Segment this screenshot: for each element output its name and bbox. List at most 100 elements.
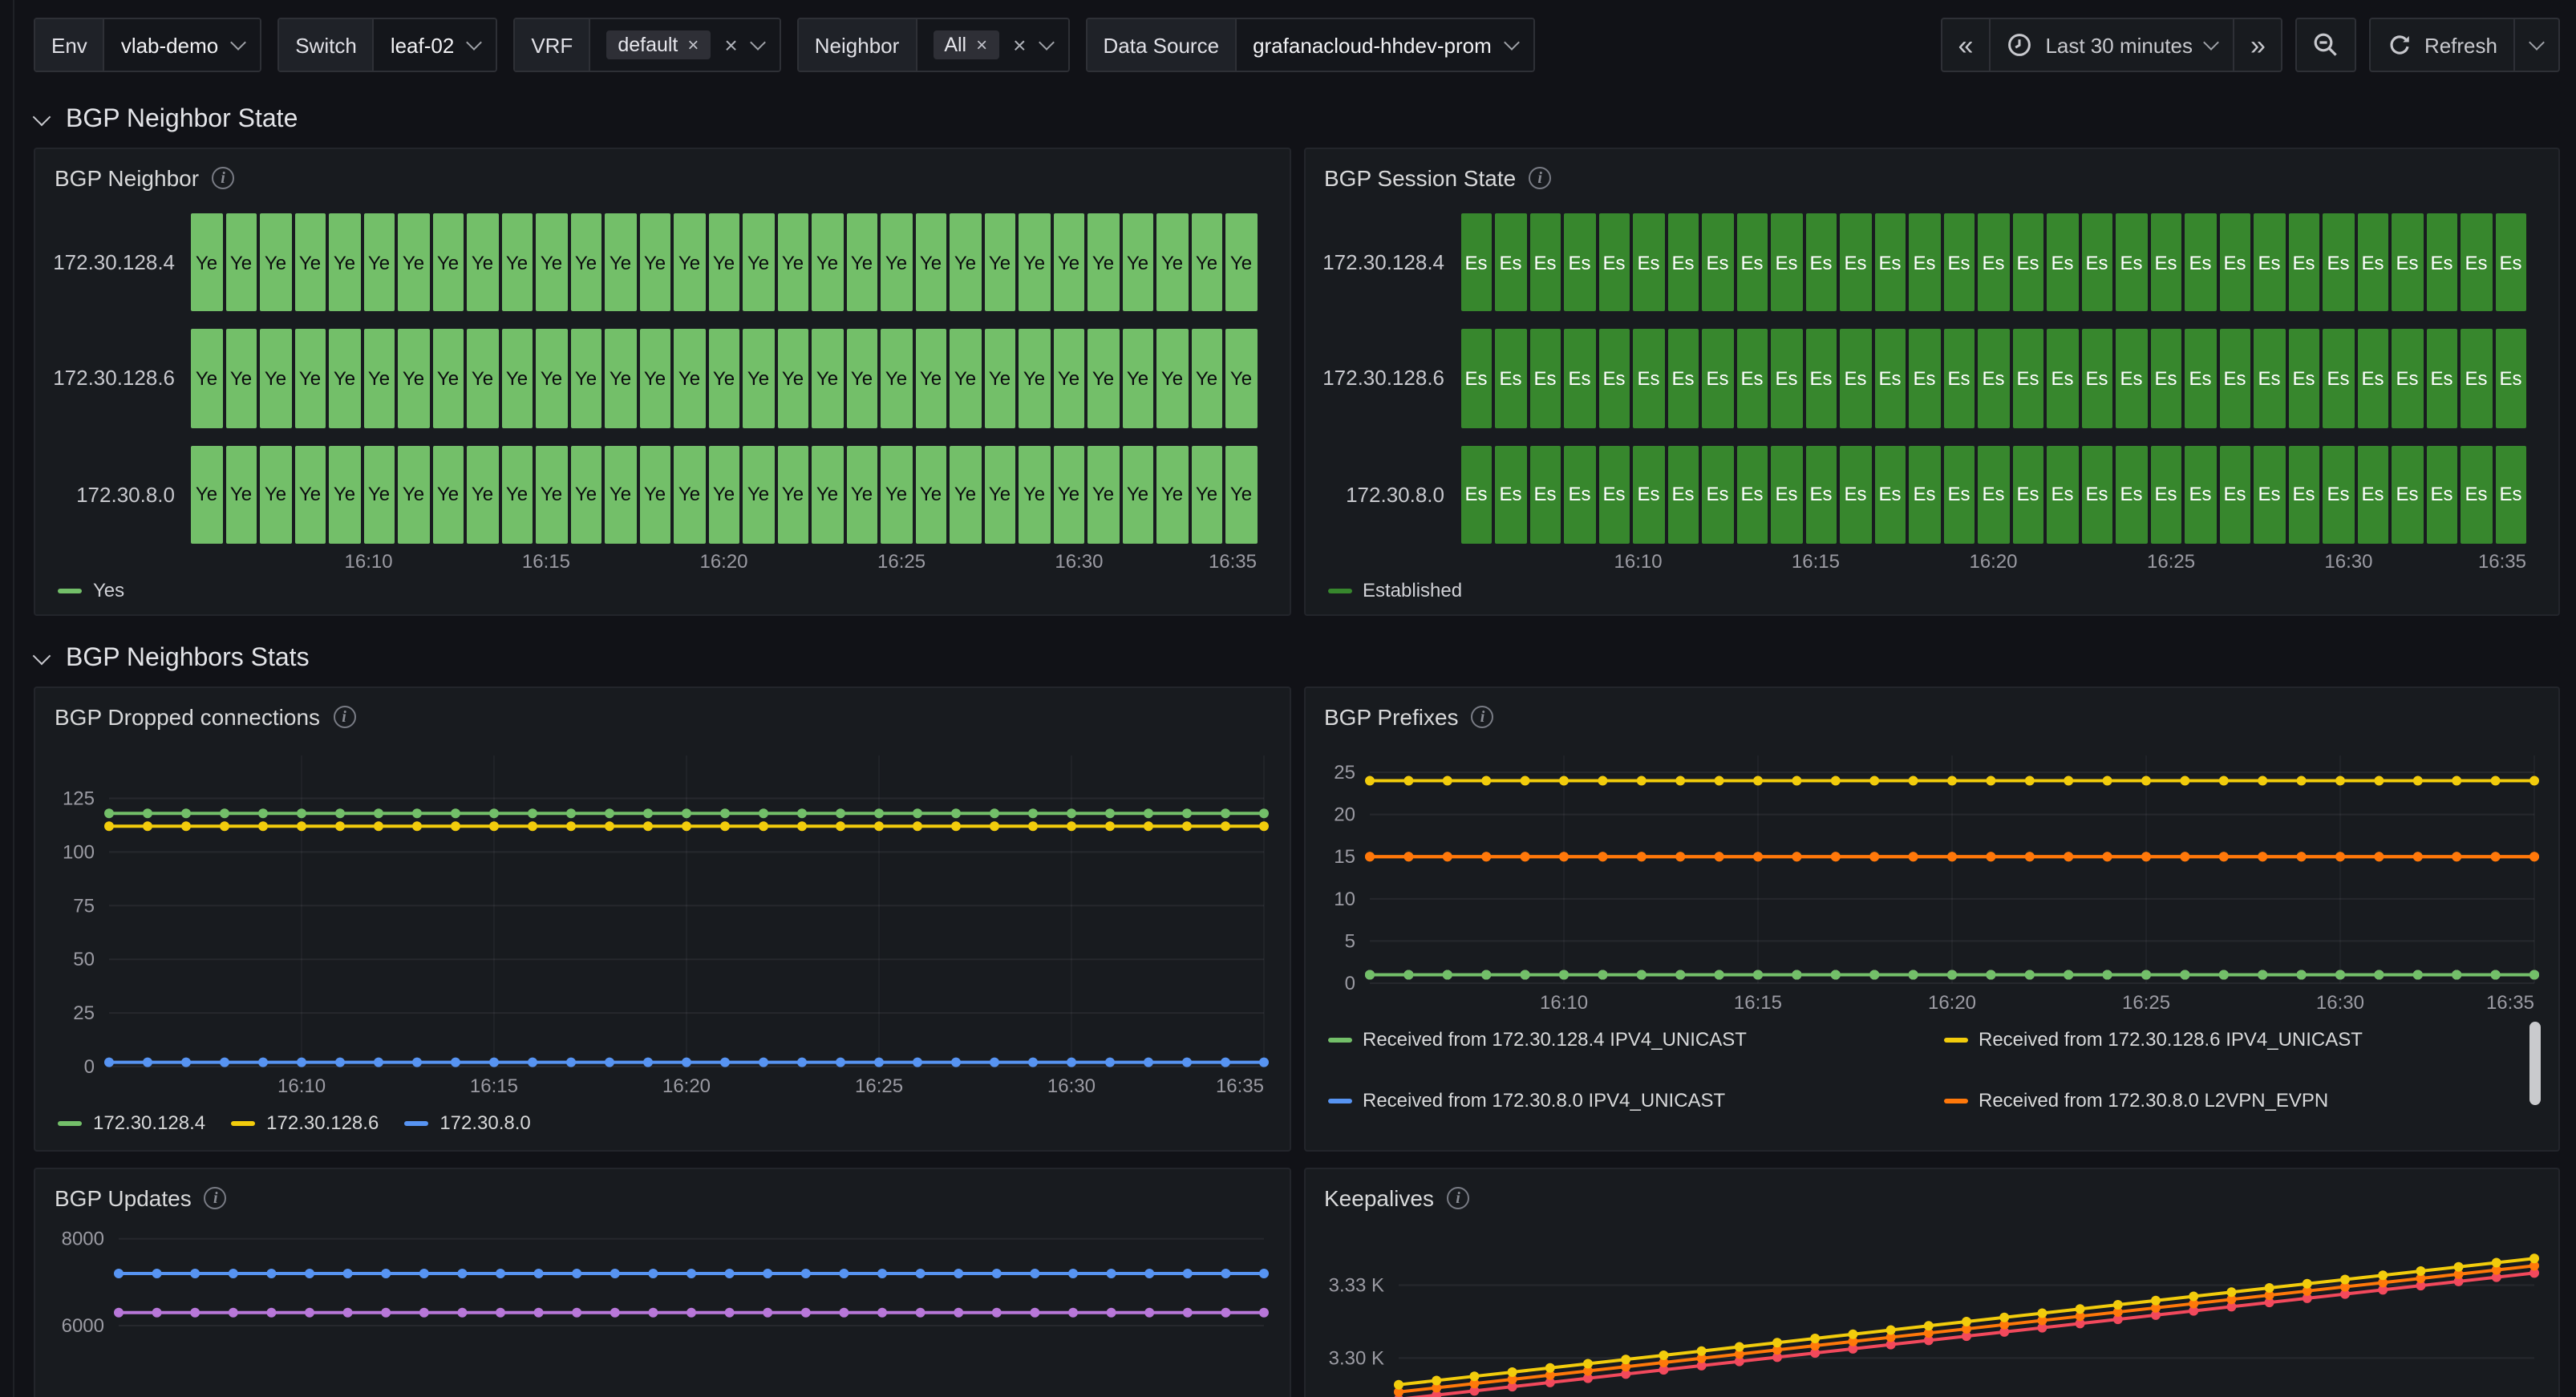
- chip-remove-icon[interactable]: [976, 34, 987, 56]
- filter-vrf-value[interactable]: default: [590, 19, 779, 71]
- legend-item[interactable]: Established: [1327, 579, 1462, 601]
- legend-item[interactable]: Received from 172.30.8.0 IPV4_UNICAST: [1327, 1083, 1918, 1118]
- chevron-down-icon: [2529, 34, 2545, 51]
- time-shift-forward-button[interactable]: [2233, 19, 2282, 71]
- section-bgp-neighbors-stats[interactable]: BGP Neighbors Stats: [14, 626, 2576, 686]
- chart-canvas[interactable]: 60008000: [45, 1224, 1273, 1397]
- filter-switch-value[interactable]: leaf-02: [375, 19, 496, 71]
- timeline-cells[interactable]: YeYeYeYeYeYeYeYeYeYeYeYeYeYeYeYeYeYeYeYe…: [191, 213, 1257, 312]
- state-cell: Es: [2426, 213, 2457, 312]
- legend-item[interactable]: 172.30.8.0: [404, 1105, 530, 1140]
- filter-neighbor-chip[interactable]: All: [933, 30, 998, 59]
- state-cell: Ye: [536, 445, 567, 544]
- state-cell: Es: [2461, 445, 2492, 544]
- panel-header: Keepalives: [1305, 1169, 2558, 1221]
- panel-title[interactable]: BGP Neighbor: [55, 165, 199, 191]
- svg-text:16:10: 16:10: [277, 1075, 326, 1097]
- state-cell: Es: [1978, 330, 2009, 428]
- chart-canvas[interactable]: 051015202516:1016:1516:2016:2516:3016:35: [1314, 743, 2542, 1018]
- info-icon[interactable]: [1447, 1187, 1469, 1209]
- refresh-interval-dropdown[interactable]: [2513, 19, 2558, 71]
- state-cell: Es: [2495, 445, 2526, 544]
- panel-header: BGP Prefixes: [1305, 688, 2558, 739]
- panel-title[interactable]: BGP Session State: [1324, 165, 1516, 191]
- state-cell: Es: [2081, 213, 2112, 312]
- timeline-row: 172.30.128.4EsEsEsEsEsEsEsEsEsEsEsEsEsEs…: [1305, 213, 2526, 312]
- section-bgp-neighbor-state[interactable]: BGP Neighbor State: [14, 87, 2576, 148]
- state-cell: Ye: [881, 213, 912, 312]
- panel-title[interactable]: Keepalives: [1324, 1185, 1434, 1211]
- state-timeline-chart[interactable]: 172.30.128.4EsEsEsEsEsEsEsEsEsEsEsEsEsEs…: [1305, 200, 2558, 614]
- info-icon[interactable]: [212, 167, 234, 189]
- timeline-cells[interactable]: EsEsEsEsEsEsEsEsEsEsEsEsEsEsEsEsEsEsEsEs…: [1460, 330, 2526, 428]
- timeline-cells[interactable]: EsEsEsEsEsEsEsEsEsEsEsEsEsEsEsEsEsEsEsEs…: [1460, 445, 2526, 544]
- clear-selection-icon[interactable]: [724, 32, 737, 58]
- filter-neighbor-value[interactable]: All: [917, 19, 1067, 71]
- state-cell: Es: [2392, 445, 2423, 544]
- chip-remove-icon[interactable]: [687, 34, 699, 56]
- state-cell: Es: [1909, 213, 1940, 312]
- info-icon[interactable]: [205, 1187, 227, 1209]
- state-cell: Ye: [708, 445, 739, 544]
- dashboard-toolbar: Env vlab-demo Switch leaf-02 VRF default: [14, 0, 2576, 87]
- timeline-cells[interactable]: YeYeYeYeYeYeYeYeYeYeYeYeYeYeYeYeYeYeYeYe…: [191, 330, 1257, 428]
- panel-title[interactable]: BGP Updates: [55, 1185, 192, 1211]
- legend-label: Received from 172.30.8.0 L2VPN_EVPN: [1979, 1089, 2328, 1112]
- state-cell: Ye: [605, 330, 636, 428]
- svg-text:0: 0: [84, 1056, 95, 1078]
- panel-title[interactable]: BGP Dropped connections: [55, 704, 320, 730]
- legend-scrollbar[interactable]: [2529, 1022, 2541, 1105]
- chart-legend: Received from 172.30.128.4 IPV4_UNICAST R…: [1314, 1018, 2542, 1140]
- x-tick-label: 16:30: [1055, 550, 1103, 573]
- time-series-chart[interactable]: 025507510012516:1016:1516:2016:2516:3016…: [35, 739, 1289, 1150]
- time-series-chart[interactable]: 051015202516:1016:1516:2016:2516:3016:35…: [1305, 739, 2558, 1150]
- filter-vrf-chip[interactable]: default: [606, 30, 710, 59]
- legend-item[interactable]: Received from 172.30.128.4 IPV4_UNICAST: [1327, 1022, 1918, 1057]
- time-series-svg: 051015202516:1016:1516:2016:2516:3016:35: [1314, 743, 2543, 1018]
- legend-item[interactable]: 172.30.128.6: [231, 1105, 379, 1140]
- timeline-row: 172.30.128.6YeYeYeYeYeYeYeYeYeYeYeYeYeYe…: [35, 330, 1257, 428]
- state-cell: Ye: [294, 213, 326, 312]
- timeline-cells[interactable]: EsEsEsEsEsEsEsEsEsEsEsEsEsEsEsEsEsEsEsEs…: [1460, 213, 2526, 312]
- timeline-row-label: 172.30.128.6: [1305, 330, 1460, 428]
- refresh-button[interactable]: Refresh: [2371, 19, 2513, 71]
- state-cell: Es: [1805, 213, 1837, 312]
- state-cell: Ye: [984, 213, 1015, 312]
- state-cell: Es: [1943, 213, 1975, 312]
- legend-item[interactable]: Yes: [58, 579, 124, 601]
- legend-item[interactable]: 172.30.128.4: [58, 1105, 205, 1140]
- time-series-chart[interactable]: 60008000: [35, 1221, 1289, 1397]
- state-cell: Ye: [536, 213, 567, 312]
- svg-text:100: 100: [63, 841, 95, 863]
- panel-header: BGP Session State: [1305, 149, 2558, 200]
- state-cell: Es: [2495, 330, 2526, 428]
- state-cell: Es: [1805, 445, 1837, 544]
- time-series-chart[interactable]: 3.30 K3.33 K: [1305, 1221, 2558, 1397]
- filter-datasource-value[interactable]: grafanacloud-hhdev-prom: [1237, 19, 1533, 71]
- svg-text:25: 25: [73, 1002, 95, 1024]
- legend-item[interactable]: Received from 172.30.128.6 IPV4_UNICAST: [1943, 1022, 2533, 1057]
- time-range-picker[interactable]: Last 30 minutes: [1989, 19, 2233, 71]
- panel-title[interactable]: BGP Prefixes: [1324, 704, 1459, 730]
- legend-color: [1327, 1098, 1351, 1103]
- chart-canvas[interactable]: 025507510012516:1016:1516:2016:2516:3016…: [45, 743, 1273, 1102]
- info-icon[interactable]: [1472, 706, 1494, 728]
- legend-item[interactable]: Received from 172.30.8.0 L2VPN_EVPN: [1943, 1083, 2533, 1118]
- state-cell: Es: [1978, 445, 2009, 544]
- clear-selection-icon[interactable]: [1013, 32, 1026, 58]
- info-icon[interactable]: [333, 706, 355, 728]
- chart-legend: Yes: [35, 576, 1257, 601]
- state-cell: Es: [2392, 330, 2423, 428]
- time-shift-back-button[interactable]: [1942, 19, 1990, 71]
- timeline-cells[interactable]: YeYeYeYeYeYeYeYeYeYeYeYeYeYeYeYeYeYeYeYe…: [191, 445, 1257, 544]
- chart-canvas[interactable]: 3.30 K3.33 K: [1314, 1224, 2542, 1397]
- filter-env-value[interactable]: vlab-demo: [105, 19, 260, 71]
- filter-env-label: Env: [35, 19, 105, 71]
- zoom-out-button[interactable]: [2298, 19, 2355, 71]
- timeline-row-label: 172.30.8.0: [35, 445, 191, 544]
- state-timeline-chart[interactable]: 172.30.128.4YeYeYeYeYeYeYeYeYeYeYeYeYeYe…: [35, 200, 1289, 614]
- info-icon[interactable]: [1529, 167, 1551, 189]
- state-cell: Es: [2288, 330, 2319, 428]
- state-cell: Ye: [639, 445, 670, 544]
- state-cell: Es: [1702, 213, 1733, 312]
